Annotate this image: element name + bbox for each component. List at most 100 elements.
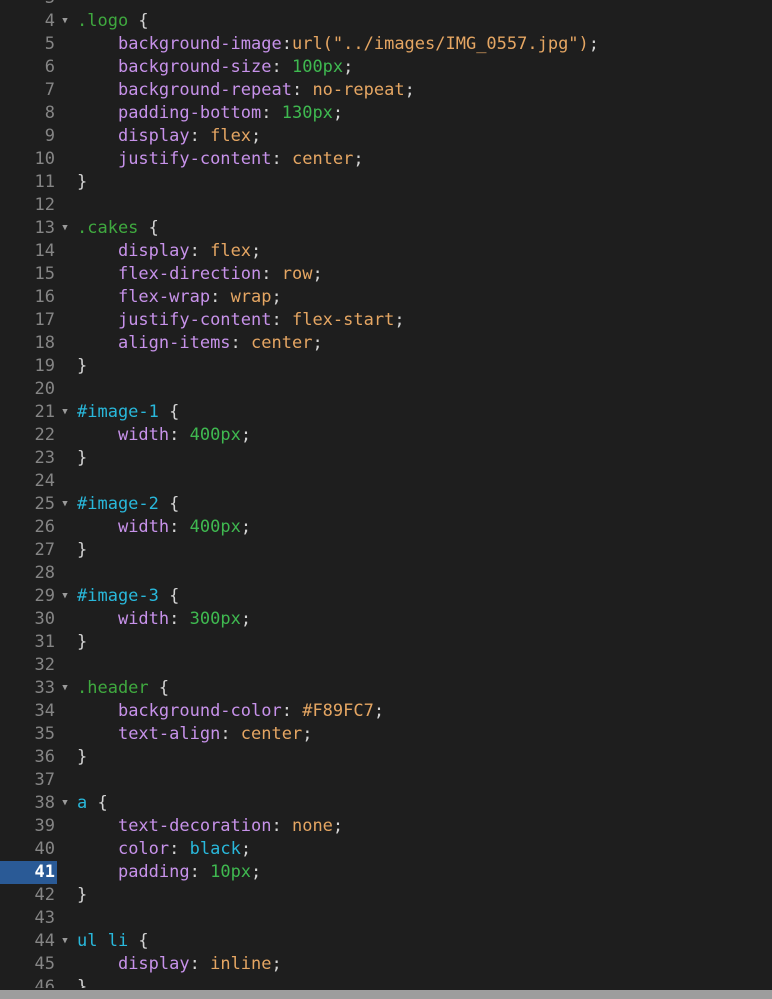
horizontal-scrollbar[interactable] [0, 988, 772, 999]
code-text[interactable]: padding-bottom: 130px; [77, 102, 343, 125]
code-line[interactable]: 45▼ display: inline; [0, 953, 772, 976]
line-gutter[interactable]: 16▼ [0, 286, 72, 309]
horizontal-scrollbar-thumb[interactable] [0, 990, 772, 999]
code-line[interactable]: 27▼} [0, 539, 772, 562]
line-gutter[interactable]: 18▼ [0, 332, 72, 355]
code-line[interactable]: 6▼ background-size: 100px; [0, 56, 772, 79]
code-line[interactable]: 18▼ align-items: center; [0, 332, 772, 355]
code-text[interactable]: } [77, 355, 87, 378]
code-text[interactable]: a { [77, 792, 108, 815]
code-text[interactable]: justify-content: flex-start; [77, 309, 405, 332]
code-line[interactable]: 10▼ justify-content: center; [0, 148, 772, 171]
code-text[interactable]: justify-content: center; [77, 148, 364, 171]
code-line[interactable]: 22▼ width: 400px; [0, 424, 772, 447]
code-line[interactable]: 24▼ [0, 470, 772, 493]
code-text[interactable]: #image-2 { [77, 493, 179, 516]
code-text[interactable]: } [77, 746, 87, 769]
code-line[interactable]: 13 ▼ .cakes { [0, 217, 772, 240]
code-text[interactable]: } [77, 631, 87, 654]
line-gutter[interactable]: 3▼ [0, 0, 72, 10]
line-gutter[interactable]: 9▼ [0, 125, 72, 148]
line-gutter[interactable]: 34▼ [0, 700, 72, 723]
line-gutter[interactable]: 41▼ [0, 861, 72, 884]
line-gutter[interactable]: 21 ▼ [0, 401, 72, 424]
code-line[interactable]: 9▼ display: flex; [0, 125, 772, 148]
code-text[interactable]: background-image:url("../images/IMG_0557… [77, 33, 599, 56]
code-text[interactable]: width: 400px; [77, 424, 251, 447]
line-gutter[interactable]: 5▼ [0, 33, 72, 56]
fold-arrow-icon[interactable]: ▼ [58, 493, 72, 516]
code-line[interactable]: 42▼} [0, 884, 772, 907]
line-gutter[interactable]: 4 ▼ [0, 10, 72, 33]
line-gutter[interactable]: 19▼ [0, 355, 72, 378]
fold-arrow-icon[interactable]: ▼ [58, 585, 72, 608]
line-gutter[interactable]: 7▼ [0, 79, 72, 102]
code-line[interactable]: 29 ▼ #image-3 { [0, 585, 772, 608]
line-gutter[interactable]: 29 ▼ [0, 585, 72, 608]
code-line[interactable]: 36▼} [0, 746, 772, 769]
code-line[interactable]: 31▼} [0, 631, 772, 654]
code-text[interactable]: display: inline; [77, 953, 282, 976]
fold-arrow-icon[interactable]: ▼ [58, 217, 72, 240]
code-line[interactable]: 25 ▼ #image-2 { [0, 493, 772, 516]
fold-arrow-icon[interactable]: ▼ [58, 677, 72, 700]
line-gutter[interactable]: 31▼ [0, 631, 72, 654]
line-gutter[interactable]: 10▼ [0, 148, 72, 171]
code-line[interactable]: 23▼} [0, 447, 772, 470]
code-text[interactable]: display: flex; [77, 240, 261, 263]
code-line[interactable]: 20▼ [0, 378, 772, 401]
code-text[interactable]: flex-wrap: wrap; [77, 286, 282, 309]
code-line[interactable]: 30▼ width: 300px; [0, 608, 772, 631]
code-line[interactable]: 3▼ [0, 0, 772, 10]
code-line[interactable]: 26▼ width: 400px; [0, 516, 772, 539]
code-line[interactable]: 37▼ [0, 769, 772, 792]
line-gutter[interactable]: 14▼ [0, 240, 72, 263]
code-text[interactable]: #image-1 { [77, 401, 179, 424]
code-text[interactable]: align-items: center; [77, 332, 323, 355]
code-line[interactable]: 32▼ [0, 654, 772, 677]
code-text[interactable]: } [77, 539, 87, 562]
line-gutter[interactable]: 39▼ [0, 815, 72, 838]
code-text[interactable]: background-size: 100px; [77, 56, 353, 79]
line-gutter[interactable]: 37▼ [0, 769, 72, 792]
line-gutter[interactable]: 40▼ [0, 838, 72, 861]
code-text[interactable]: width: 400px; [77, 516, 251, 539]
fold-arrow-icon[interactable]: ▼ [58, 10, 72, 33]
line-gutter[interactable]: 25 ▼ [0, 493, 72, 516]
line-gutter[interactable]: 42▼ [0, 884, 72, 907]
line-gutter[interactable]: 43▼ [0, 907, 72, 930]
code-line[interactable]: 5▼ background-image:url("../images/IMG_0… [0, 33, 772, 56]
line-gutter[interactable]: 17▼ [0, 309, 72, 332]
code-line[interactable]: 8▼ padding-bottom: 130px; [0, 102, 772, 125]
line-gutter[interactable]: 30▼ [0, 608, 72, 631]
code-line[interactable]: 16▼ flex-wrap: wrap; [0, 286, 772, 309]
code-line[interactable]: 12▼ [0, 194, 772, 217]
line-gutter[interactable]: 12▼ [0, 194, 72, 217]
line-gutter[interactable]: 35▼ [0, 723, 72, 746]
code-line[interactable]: 21 ▼ #image-1 { [0, 401, 772, 424]
line-gutter[interactable]: 8▼ [0, 102, 72, 125]
code-line[interactable]: 39▼ text-decoration: none; [0, 815, 772, 838]
code-line[interactable]: 28▼ [0, 562, 772, 585]
code-text[interactable]: .header { [77, 677, 169, 700]
line-gutter[interactable]: 44 ▼ [0, 930, 72, 953]
code-line[interactable]: 15▼ flex-direction: row; [0, 263, 772, 286]
code-text[interactable]: } [77, 447, 87, 470]
code-line[interactable]: 43▼ [0, 907, 772, 930]
code-text[interactable]: } [77, 884, 87, 907]
code-line[interactable]: 35▼ text-align: center; [0, 723, 772, 746]
code-text[interactable]: background-color: #F89FC7; [77, 700, 384, 723]
line-gutter[interactable]: 15▼ [0, 263, 72, 286]
code-text[interactable]: background-repeat: no-repeat; [77, 79, 415, 102]
code-line[interactable]: 14▼ display: flex; [0, 240, 772, 263]
code-lines-container[interactable]: 3▼4▼.logo {5▼ background-image:url("../i… [0, 0, 772, 999]
code-text[interactable]: flex-direction: row; [77, 263, 323, 286]
code-text[interactable]: .logo { [77, 10, 149, 33]
code-line[interactable]: 17▼ justify-content: flex-start; [0, 309, 772, 332]
code-line[interactable]: 19▼} [0, 355, 772, 378]
line-gutter[interactable]: 13 ▼ [0, 217, 72, 240]
code-text[interactable]: text-align: center; [77, 723, 313, 746]
line-gutter[interactable]: 22▼ [0, 424, 72, 447]
line-gutter[interactable]: 38 ▼ [0, 792, 72, 815]
line-gutter[interactable]: 33 ▼ [0, 677, 72, 700]
